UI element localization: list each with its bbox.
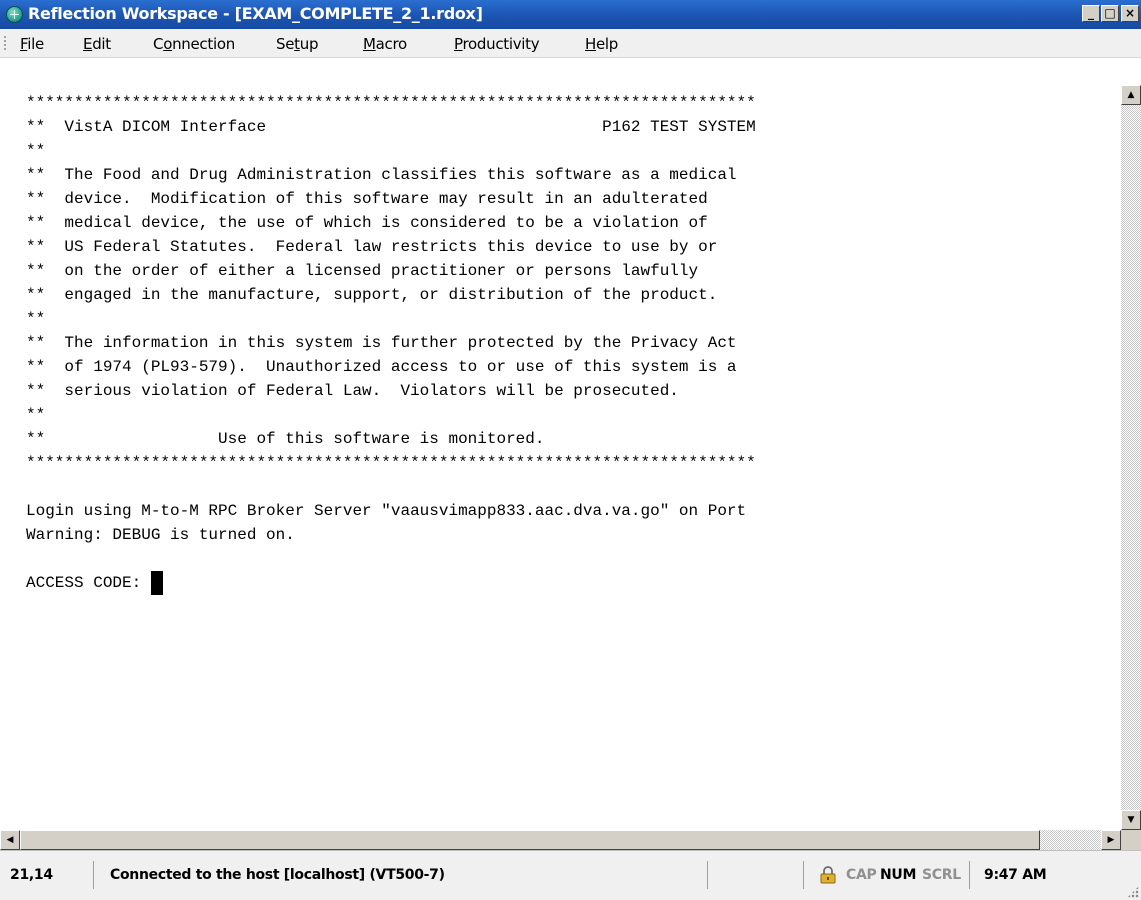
terminal-line: ** — [26, 406, 46, 424]
menu-connection[interactable]: Connection — [153, 35, 235, 53]
terminal-line: ****************************************… — [26, 94, 756, 112]
status-blank-panel — [708, 861, 804, 889]
terminal-line: ** VistA DICOM Interface P162 TEST SYSTE… — [26, 118, 756, 136]
terminal-line: ** Use of this software is monitored. — [26, 430, 545, 448]
terminal-line: ** — [26, 142, 46, 160]
status-bar: 21,14 Connected to the host [localhost] … — [0, 850, 1141, 900]
resize-grip[interactable] — [1127, 886, 1139, 898]
vertical-scrollbar[interactable]: ▲ ▼ — [1121, 85, 1141, 830]
lock-icon — [820, 866, 836, 884]
horizontal-scroll-thumb[interactable] — [20, 830, 1040, 850]
terminal-line: ** — [26, 310, 46, 328]
close-button[interactable]: × — [1121, 5, 1139, 22]
connection-status: Connected to the host [localhost] (VT500… — [100, 861, 708, 889]
terminal-screen[interactable]: ****************************************… — [2, 85, 1120, 830]
reflection-app-icon[interactable] — [6, 6, 23, 23]
menu-grip[interactable] — [4, 36, 6, 51]
num-indicator: NUM — [880, 867, 917, 883]
terminal-line: ** The information in this system is fur… — [26, 334, 737, 352]
window-title: Reflection Workspace - [EXAM_COMPLETE_2_… — [28, 4, 483, 23]
horizontal-scrollbar[interactable]: ◀ ▶ — [0, 830, 1121, 850]
access-code-label: ACCESS CODE: — [26, 574, 151, 592]
terminal-line: ** of 1974 (PL93-579). Unauthorized acce… — [26, 358, 737, 376]
terminal-line: ****************************************… — [26, 454, 756, 472]
terminal-line: Login using M-to-M RPC Broker Server "va… — [26, 502, 747, 520]
menu-setup[interactable]: Setup — [276, 35, 318, 53]
maximize-button[interactable]: □ — [1101, 5, 1119, 22]
menu-help[interactable]: Help — [585, 35, 618, 53]
scrollbar-corner — [1121, 830, 1141, 850]
scroll-right-button[interactable]: ▶ — [1101, 830, 1121, 850]
terminal-line: ** engaged in the manufacture, support, … — [26, 286, 718, 304]
menu-bar: File Edit Connection Setup Macro Product… — [0, 29, 1141, 58]
terminal-line: ** medical device, the use of which is c… — [26, 214, 708, 232]
cursor-position: 21,14 — [4, 861, 94, 889]
menu-productivity[interactable]: Productivity — [454, 35, 540, 53]
terminal-line: ** device. Modification of this software… — [26, 190, 708, 208]
cap-indicator: CAP — [846, 867, 877, 883]
menu-macro[interactable]: Macro — [363, 35, 407, 53]
access-code-prompt[interactable]: ACCESS CODE: — [26, 571, 163, 595]
terminal-line: ** on the order of either a licensed pra… — [26, 262, 699, 280]
terminal-line: Warning: DEBUG is turned on. — [26, 526, 295, 544]
scroll-up-button[interactable]: ▲ — [1121, 85, 1141, 105]
menu-edit[interactable]: Edit — [83, 35, 111, 53]
terminal-line: ** The Food and Drug Administration clas… — [26, 166, 737, 184]
scrl-indicator: SCRL — [922, 861, 970, 889]
text-cursor — [150, 571, 163, 595]
scroll-down-button[interactable]: ▼ — [1121, 810, 1141, 830]
title-bar[interactable]: Reflection Workspace - [EXAM_COMPLETE_2_… — [0, 0, 1141, 29]
menu-file[interactable]: File — [20, 35, 44, 53]
terminal-line: ** US Federal Statutes. Federal law rest… — [26, 238, 718, 256]
terminal-line: ** serious violation of Federal Law. Vio… — [26, 382, 679, 400]
scroll-left-button[interactable]: ◀ — [0, 830, 20, 850]
minimize-button[interactable]: _ — [1082, 5, 1100, 22]
clock: 9:47 AM — [984, 867, 1047, 883]
